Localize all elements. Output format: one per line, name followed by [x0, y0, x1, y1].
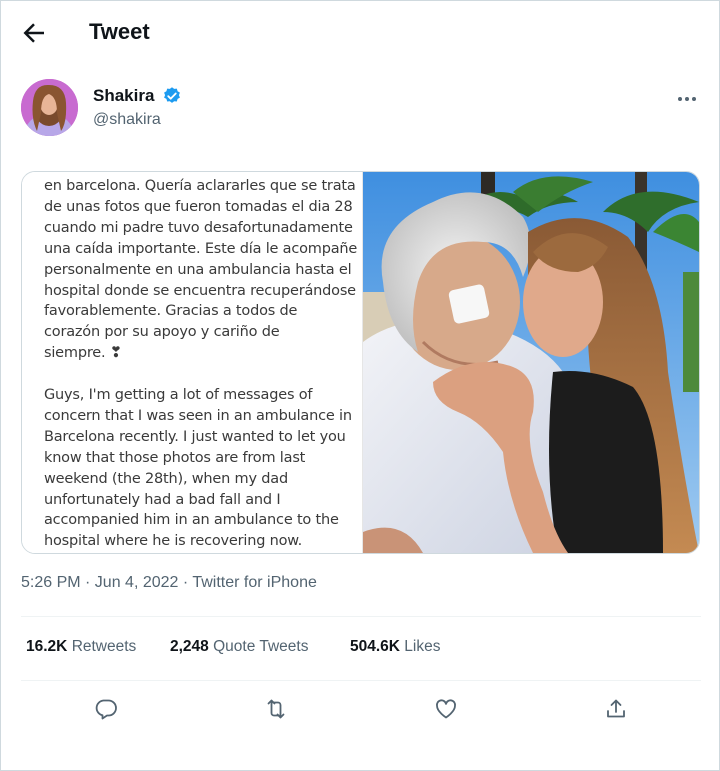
likes-stat[interactable]: 504.6K Likes — [350, 638, 440, 656]
likes-count: 504.6K — [350, 638, 400, 655]
verified-badge-icon — [164, 87, 180, 103]
author-handle[interactable]: @shakira — [93, 111, 161, 129]
avatar-image — [21, 79, 78, 136]
back-arrow-icon — [23, 23, 44, 43]
tweet-page: Tweet Shakira @shakira en barcelona. Que… — [0, 0, 720, 771]
avatar[interactable] — [21, 79, 78, 136]
divider — [21, 616, 701, 617]
share-button[interactable] — [598, 691, 634, 727]
quote-tweets-label: Quote Tweets — [213, 638, 309, 655]
page-title: Tweet — [89, 19, 150, 44]
tweet-timestamp[interactable]: 5:26 PM · Jun 4, 2022 · Twitter for iPho… — [21, 574, 317, 592]
like-icon — [436, 699, 456, 719]
media-paragraph-english: Guys, I'm getting a lot of messages of c… — [44, 387, 352, 550]
tweet-media[interactable]: en barcelona. Quería aclararles que se t… — [21, 171, 700, 554]
author-name[interactable]: Shakira — [93, 86, 154, 106]
quote-tweets-stat[interactable]: 2,248 Quote Tweets — [170, 638, 308, 656]
reply-button[interactable] — [88, 691, 124, 727]
share-icon — [607, 699, 625, 718]
divider — [21, 680, 701, 681]
more-icon — [678, 97, 696, 101]
retweets-stat[interactable]: 16.2K Retweets — [26, 638, 136, 656]
media-text-panel: en barcelona. Quería aclararles que se t… — [22, 172, 362, 553]
media-photo — [363, 172, 699, 553]
likes-label: Likes — [404, 638, 441, 655]
retweet-icon — [267, 699, 285, 719]
tweet-author: Shakira @shakira — [21, 79, 701, 139]
quote-tweets-count: 2,248 — [170, 638, 209, 655]
back-button[interactable] — [19, 18, 49, 48]
tweet-actions — [1, 691, 719, 731]
media-paragraph-spanish: en barcelona. Quería aclararles que se t… — [44, 178, 358, 362]
like-button[interactable] — [428, 691, 464, 727]
retweet-button[interactable] — [258, 691, 294, 727]
header: Tweet — [1, 1, 719, 65]
retweets-count: 16.2K — [26, 638, 68, 655]
retweets-label: Retweets — [71, 638, 137, 655]
reply-icon — [95, 699, 117, 720]
more-button[interactable] — [673, 83, 701, 111]
